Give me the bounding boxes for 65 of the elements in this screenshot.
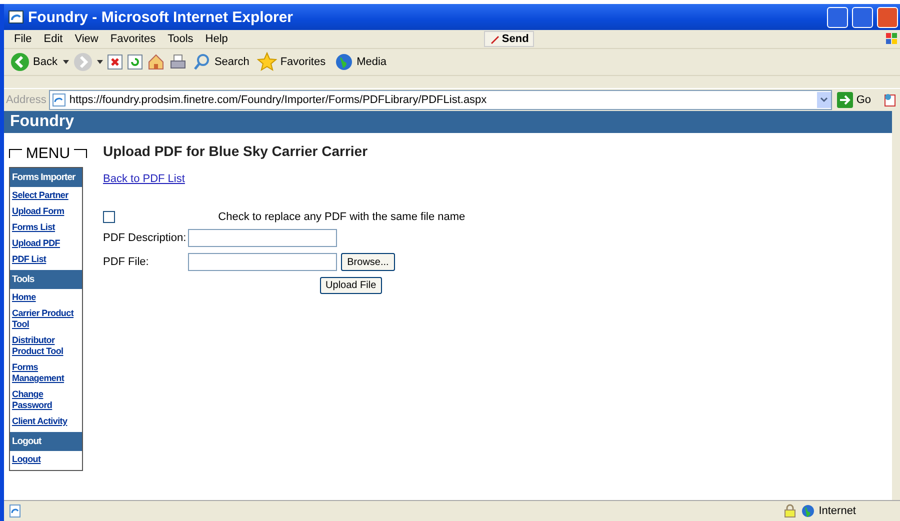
send-button[interactable]: Send — [484, 31, 534, 47]
windows-logo-icon[interactable] — [884, 31, 900, 47]
browse-button[interactable]: Browse... — [341, 253, 395, 271]
links-icon[interactable] — [882, 92, 898, 108]
search-button[interactable]: Search — [191, 53, 252, 71]
address-field[interactable]: https://foundry.prodsim.finetre.com/Foundry/Importer/Forms/PDFLibrary/PDFList.aspx — [49, 90, 832, 110]
dropdown-arrow-icon[interactable] — [97, 60, 104, 64]
dropdown-button[interactable] — [817, 92, 832, 108]
sidebar-link[interactable]: Distributor Product Tool — [12, 335, 80, 357]
browser-icon — [8, 9, 24, 25]
home-icon[interactable] — [147, 53, 166, 71]
checkbox-label: Check to replace any PDF with the same file name — [217, 211, 466, 223]
maximize-button[interactable] — [852, 6, 873, 28]
sidebar-link[interactable]: Client Activity — [12, 416, 80, 427]
menu-item[interactable]: Favorites — [104, 33, 162, 45]
menu-item[interactable]: File — [8, 33, 38, 45]
back-button[interactable]: Back — [8, 52, 60, 72]
pen-icon[interactable] — [488, 33, 501, 45]
menu-title: MENU — [26, 144, 70, 162]
sidebar-heading: Forms Importer — [10, 168, 82, 187]
globe-icon — [800, 504, 815, 518]
sidebar-link[interactable]: Forms List — [12, 222, 80, 233]
site-title: Foundry — [10, 113, 74, 131]
star-icon[interactable] — [257, 52, 278, 72]
minimize-button[interactable] — [827, 6, 848, 28]
close-button[interactable] — [877, 6, 898, 28]
page-heading: Upload PDF for Blue Sky Carrier Carrier — [103, 143, 369, 159]
zone-label: Internet — [818, 505, 856, 517]
sidebar-link[interactable]: Select Partner — [12, 190, 80, 201]
sidebar-link[interactable]: Change Password — [12, 389, 80, 411]
input-field[interactable] — [188, 229, 338, 247]
input-field[interactable] — [188, 253, 338, 271]
sidebar-link[interactable]: Carrier Product Tool — [12, 308, 80, 330]
favorites-button[interactable]: Favorites — [255, 52, 328, 72]
stop-icon[interactable] — [107, 54, 124, 70]
window-title: Foundry - Microsoft Internet Explorer — [28, 8, 294, 26]
go-button[interactable]: Go — [835, 92, 879, 108]
dropdown-arrow-icon[interactable] — [63, 60, 70, 64]
page-icon — [52, 93, 66, 107]
sidebar-heading: Tools — [10, 270, 82, 289]
checkbox[interactable] — [103, 211, 115, 223]
printer-icon[interactable] — [169, 53, 188, 71]
sidebar-link[interactable]: Upload PDF — [12, 238, 80, 249]
sidebar-link[interactable]: Home — [12, 292, 80, 303]
sidebar-link[interactable]: Upload Form — [12, 206, 80, 217]
menu-item[interactable]: Help — [199, 33, 234, 45]
sidebar-heading: Logout — [10, 432, 82, 451]
field-label: PDF Description: — [103, 232, 186, 244]
address-label: Address — [6, 94, 46, 106]
globe-icon[interactable] — [334, 52, 354, 72]
menu-item[interactable]: View — [68, 33, 104, 45]
sidebar-link[interactable]: Logout — [12, 454, 80, 465]
upload-button[interactable]: Upload File — [320, 277, 382, 294]
menu-item[interactable]: Tools — [162, 33, 200, 45]
go-arrow-icon[interactable] — [837, 92, 854, 108]
sidebar-link[interactable]: PDF List — [12, 254, 80, 265]
search-icon[interactable] — [193, 53, 212, 71]
back-link[interactable]: Back to PDF List — [103, 173, 185, 185]
refresh-icon[interactable] — [127, 54, 144, 70]
menu-item[interactable]: Edit — [38, 33, 69, 45]
field-label: PDF File: — [103, 256, 150, 268]
lock-icon — [782, 504, 797, 518]
media-button[interactable]: Media — [332, 52, 389, 72]
page-icon[interactable] — [8, 504, 22, 518]
sidebar-link[interactable]: Forms Management — [12, 362, 80, 384]
